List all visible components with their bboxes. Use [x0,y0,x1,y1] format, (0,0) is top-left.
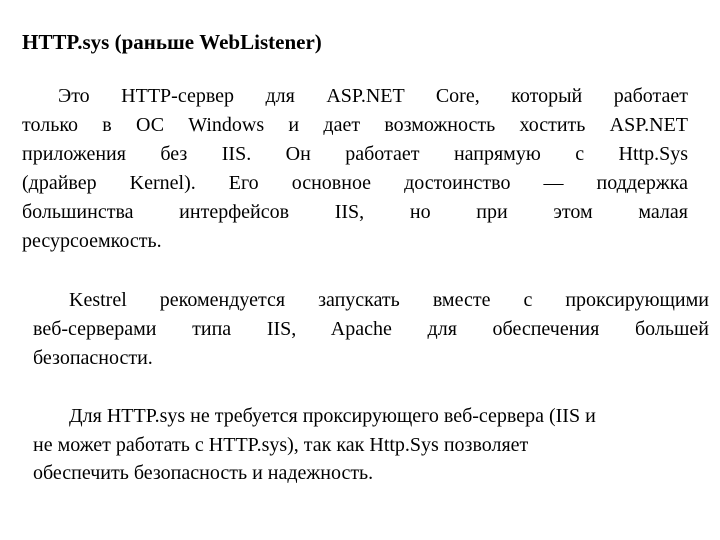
paragraph-line: ресурсоемкость. [22,230,162,252]
paragraph-line: приложения без IIS. Он работает напрямую… [22,143,688,165]
paragraph-line: Это HTTP-сервер для ASP.NET Core, которы… [58,85,688,107]
paragraph-line: (драйвер Kernel). Его основное достоинст… [22,172,688,194]
slide-title: HTTP.sys (раньше WebListener) [22,30,322,54]
paragraph-line: большинства интерфейсов IIS, но при этом… [22,201,688,223]
paragraph-line: Kestrel рекомендуется запускать вместе с… [69,289,709,311]
paragraph-line: безопасности. [33,347,153,369]
paragraph-line: веб-серверами типа IIS, Apache для обесп… [33,318,709,340]
paragraph-line: только в ОС Windows и дает возможность х… [22,114,688,136]
paragraph-line: Для HTTP.sys не требуется проксирующего … [69,405,596,427]
paragraph-line: не может работать с HTTP.sys), так как H… [33,434,529,456]
paragraph-line: обеспечить безопасность и надежность. [33,462,374,484]
